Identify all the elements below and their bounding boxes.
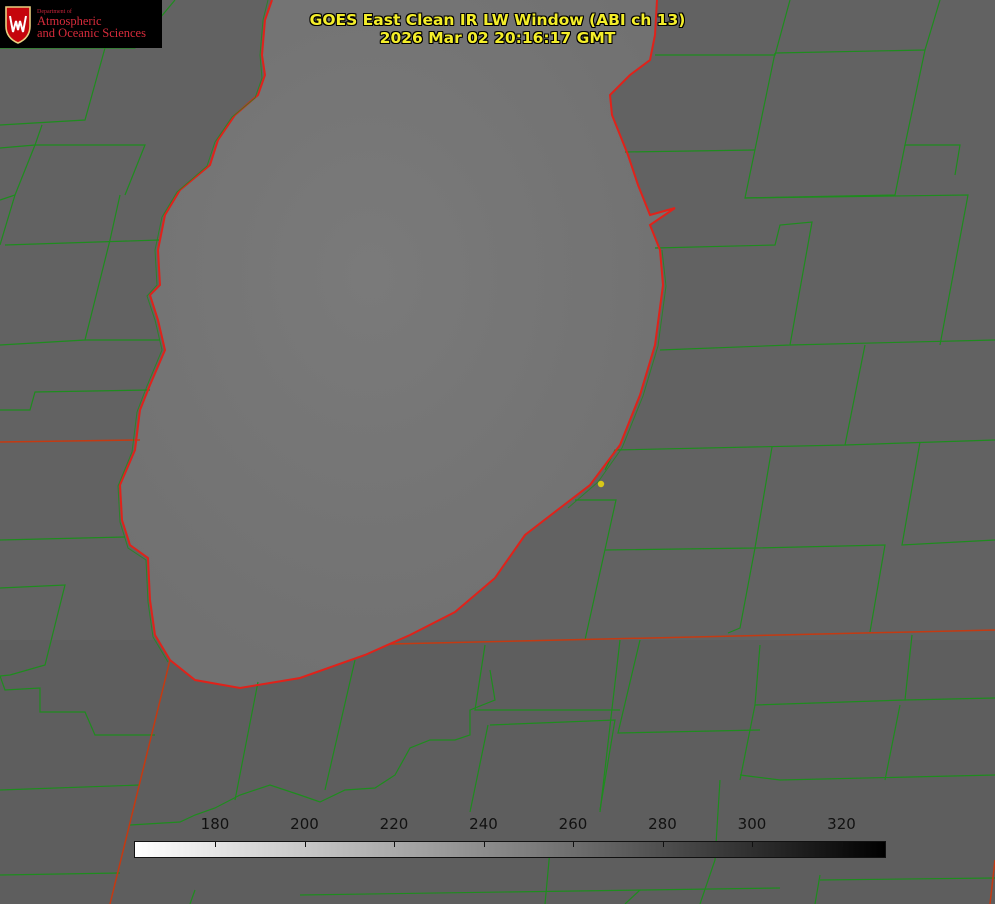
title-line1: GOES East Clean IR LW Window (ABI ch 13) <box>309 11 686 29</box>
image-title: GOES East Clean IR LW Window (ABI ch 13)… <box>0 11 995 47</box>
colorbar-tick-label: 280 <box>648 815 677 833</box>
colorbar-tick <box>304 842 306 847</box>
colorbar-tick-label: 300 <box>737 815 767 833</box>
colorbar-tick <box>573 842 574 847</box>
satellite-image: Department of Atmospheric and Oceanic Sc… <box>0 0 995 904</box>
colorbar-tick <box>752 842 753 847</box>
colorbar <box>134 841 886 858</box>
colorbar-tick-label: 200 <box>290 815 319 833</box>
colorbar-tick-label: 180 <box>200 815 230 833</box>
colorbar-tick <box>841 842 843 847</box>
colorbar-tick-label: 220 <box>379 815 409 833</box>
colorbar-tick-label: 260 <box>558 815 588 833</box>
colorbar-tick-label: 240 <box>469 815 498 833</box>
map-overlay <box>0 0 995 904</box>
colorbar-tick <box>662 842 664 847</box>
title-timestamp: 2026 Mar 02 20:16:17 GMT <box>379 29 616 47</box>
colorbar-tick-label: 320 <box>827 815 856 833</box>
station-marker <box>597 480 605 488</box>
colorbar-tick <box>215 842 216 847</box>
colorbar-tick <box>394 842 395 847</box>
colorbar-tick <box>483 842 485 847</box>
